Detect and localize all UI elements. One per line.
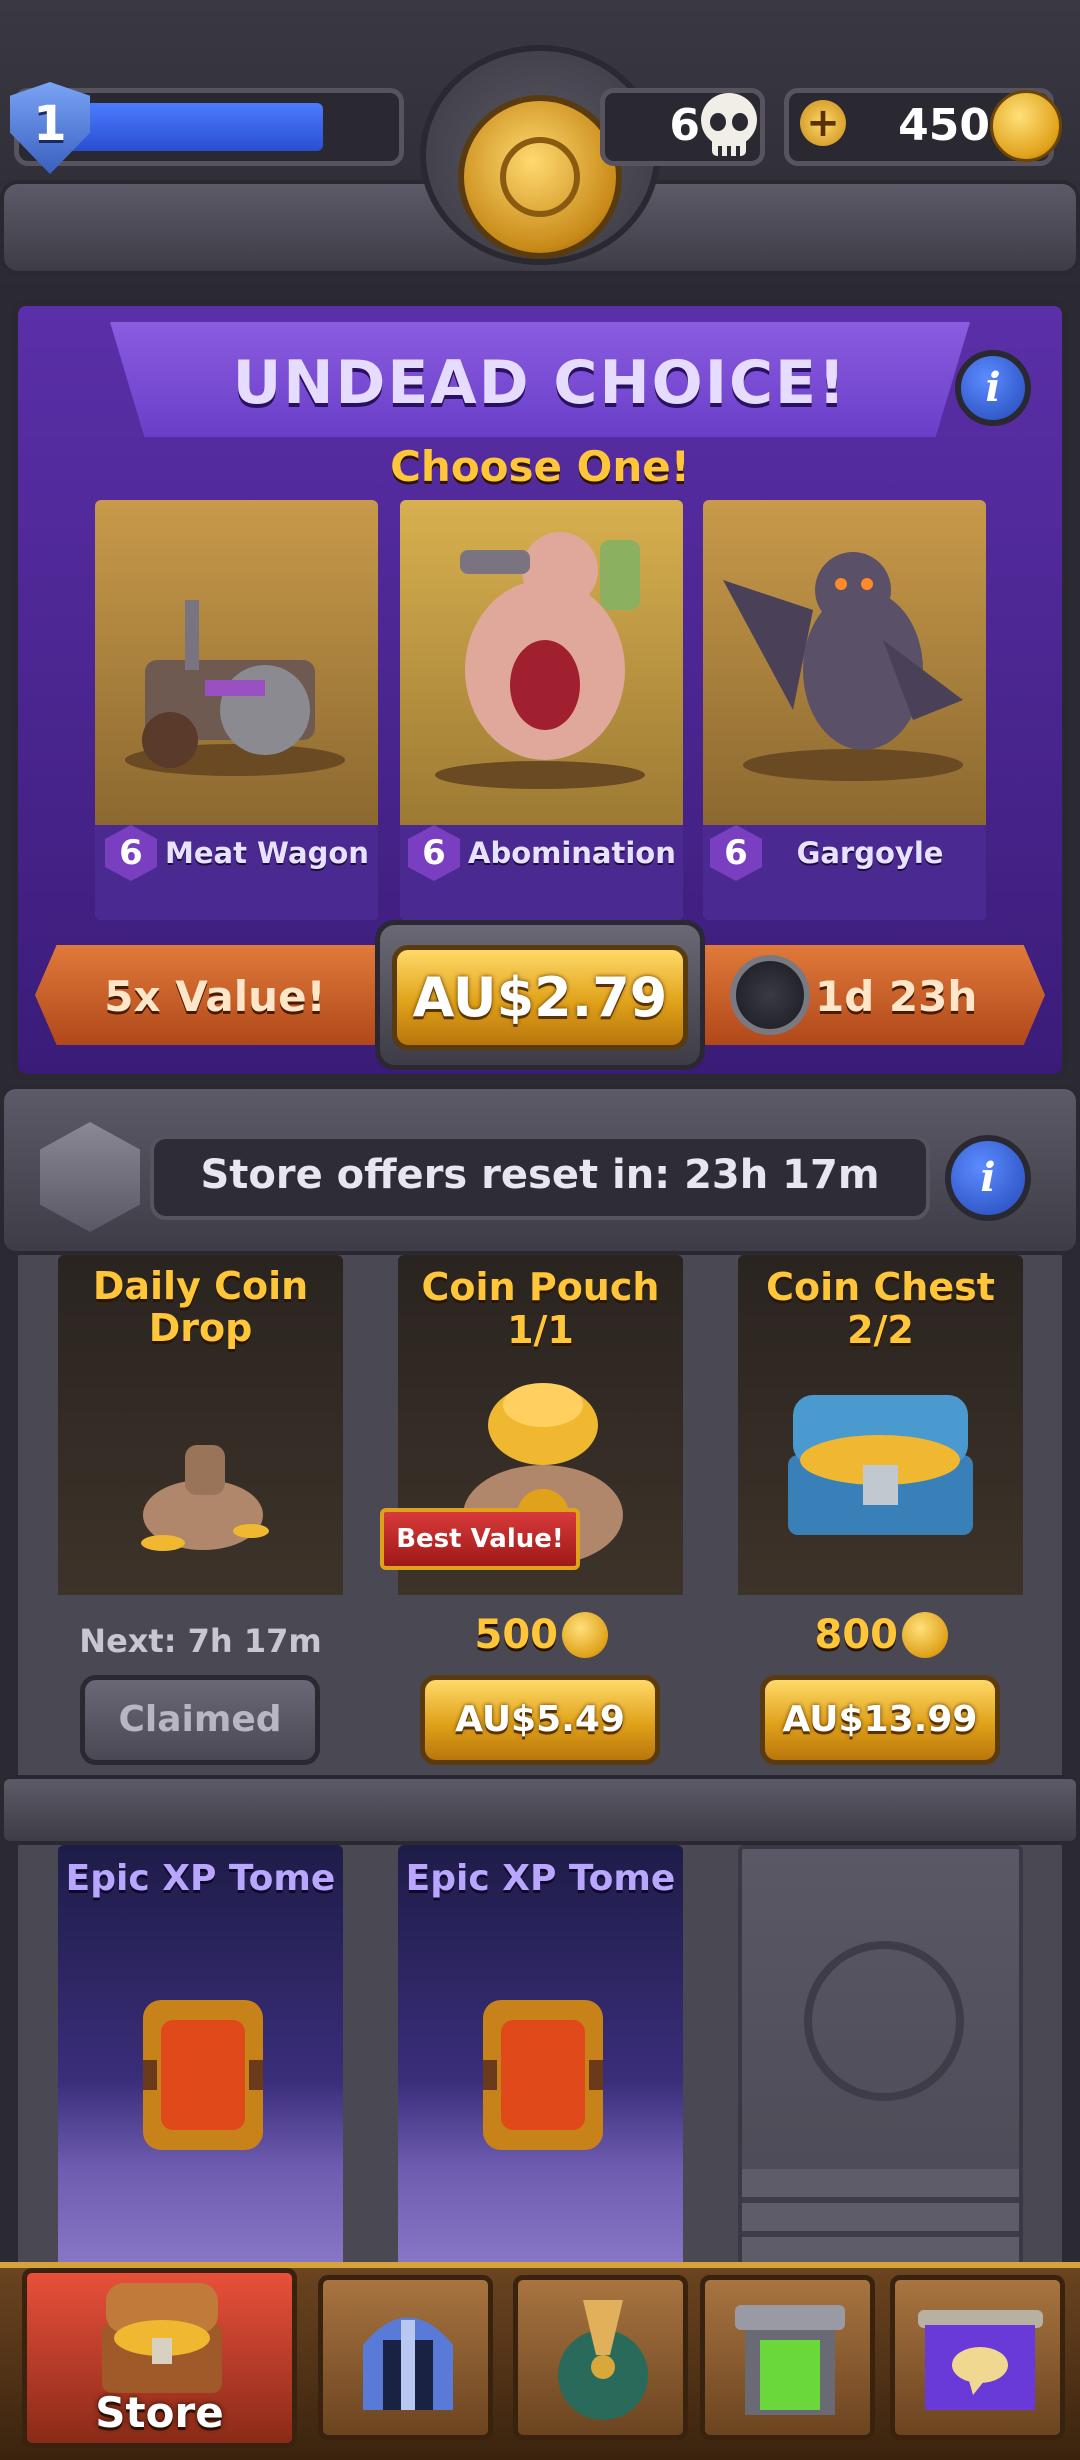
gold-coin-icon bbox=[990, 90, 1062, 162]
coin-chest-icon bbox=[768, 1365, 993, 1555]
offer-title: Coin Pouch bbox=[421, 1265, 660, 1309]
xp-tome-icon bbox=[473, 1990, 613, 2160]
featured-title: UNDEAD CHOICE! bbox=[232, 348, 848, 418]
nav-tab-armies[interactable] bbox=[318, 2275, 493, 2440]
abomination-art-icon bbox=[420, 520, 660, 790]
xp-bar-fill bbox=[59, 103, 323, 151]
nav-tab-battle[interactable] bbox=[513, 2275, 688, 2440]
offer-count: 1/1 bbox=[507, 1308, 574, 1352]
offer-title: Coin Chest bbox=[766, 1265, 995, 1309]
tomes-divider bbox=[0, 1775, 1080, 1845]
coin-sack-icon bbox=[123, 1425, 283, 1555]
unit-name: Meat Wagon bbox=[165, 836, 369, 870]
add-coins-button[interactable]: + bbox=[800, 100, 846, 146]
daily-next-timer: Next: 7h 17m bbox=[79, 1622, 322, 1660]
featured-info-button[interactable]: i bbox=[955, 350, 1031, 426]
tome-title: Epic XP Tome bbox=[405, 1858, 676, 1899]
tome-title: Epic XP Tome bbox=[65, 1858, 336, 1899]
gold-coin-icon bbox=[562, 1612, 608, 1658]
gargoyle-art-icon bbox=[713, 520, 973, 790]
helmet-icon bbox=[353, 2300, 463, 2420]
offer-amount: 800 bbox=[814, 1612, 899, 1658]
offer-count: 2/2 bbox=[847, 1308, 914, 1352]
locked-emblem-icon bbox=[804, 1941, 964, 2101]
nav-tab-social[interactable] bbox=[890, 2275, 1065, 2440]
reset-info-button[interactable]: i bbox=[945, 1135, 1031, 1221]
nav-store-label: Store bbox=[95, 2388, 224, 2437]
skull-icon bbox=[696, 88, 762, 164]
featured-subtitle: Choose One! bbox=[390, 442, 690, 491]
player-level: 1 bbox=[33, 96, 67, 152]
portal-icon bbox=[730, 2300, 850, 2420]
offer-title: Daily Coin Drop bbox=[92, 1264, 309, 1350]
meat-wagon-art-icon bbox=[115, 580, 355, 780]
buy-coin-chest-button[interactable]: AU$13.99 bbox=[760, 1675, 1000, 1765]
offer-card-epic-xp-tome[interactable] bbox=[398, 1845, 683, 2275]
offer-amount: 500 bbox=[474, 1612, 559, 1658]
featured-buy-button[interactable]: AU$2.79 bbox=[392, 945, 688, 1050]
locked-offer-slot bbox=[738, 1845, 1023, 2275]
unit-name: Abomination bbox=[468, 836, 676, 870]
unit-name: Gargoyle bbox=[796, 836, 944, 870]
offer-card-epic-xp-tome[interactable] bbox=[58, 1845, 343, 2275]
gold-coin-icon bbox=[902, 1612, 948, 1658]
skull-count: 6 bbox=[669, 100, 700, 151]
store-chest-icon bbox=[92, 2278, 232, 2398]
xp-tome-icon bbox=[133, 1990, 273, 2160]
clock-icon bbox=[730, 955, 810, 1035]
buy-coin-pouch-button[interactable]: AU$5.49 bbox=[420, 1675, 660, 1765]
nav-tab-store[interactable]: Store bbox=[22, 2268, 297, 2448]
horde-emblem-inner-icon bbox=[500, 137, 580, 217]
battle-globe-icon bbox=[548, 2295, 658, 2425]
claimed-button[interactable]: Claimed bbox=[80, 1675, 320, 1765]
coin-count: 450 bbox=[898, 100, 990, 151]
value-badge: 5x Value! bbox=[104, 972, 326, 1021]
reset-text: Store offers reset in: 23h 17m bbox=[200, 1152, 880, 1198]
offer-timer: 1d 23h bbox=[815, 972, 978, 1021]
best-value-badge: Best Value! bbox=[380, 1508, 580, 1570]
nav-tab-towers[interactable] bbox=[700, 2275, 875, 2440]
chat-scroll-icon bbox=[913, 2305, 1048, 2415]
